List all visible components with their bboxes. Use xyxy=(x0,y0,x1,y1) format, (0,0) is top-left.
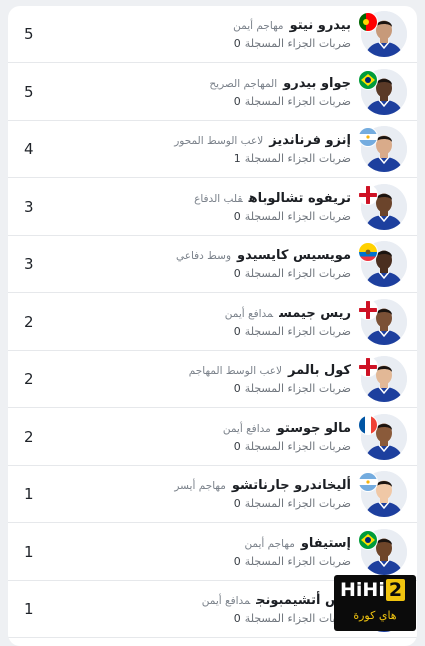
player-name[interactable]: كول بالمر xyxy=(288,363,351,378)
player-name[interactable]: جواو بيدرو xyxy=(283,76,351,91)
player-row[interactable]: 3 مويسيس كايسيدووسط دفاعي ضربات الجزاء ال… xyxy=(8,236,417,293)
penalties-scored-stat: ضربات الجزاء المسجلة0 xyxy=(234,37,351,50)
stat-value: 0 xyxy=(233,612,241,625)
penalties-scored-stat: ضربات الجزاء المسجلة0 xyxy=(234,555,351,568)
stat-value: 0 xyxy=(233,209,241,223)
penalty-count: 5 xyxy=(24,82,34,101)
players-list-card: 5 بيدرو نيتو مهاجم أيمن ضربات الجزاء المسج… xyxy=(8,6,417,646)
penalty-count: 4 xyxy=(24,140,34,158)
player-heading: أليخاندرو جارناتشو مهاجم أيسر xyxy=(174,474,351,493)
watermark-wordmark: HiHi 2 xyxy=(340,579,406,601)
player-row[interactable]: 2 كول بالمر لاعب الوسط المهاجم ضربات الجزا… xyxy=(8,351,417,408)
player-row[interactable]: 5 جواو بيدرو المهاجم الصريح ضربات الجزاء ا… xyxy=(8,64,417,121)
portugal-flag-icon xyxy=(359,13,377,31)
argentina-flag-icon xyxy=(359,473,377,491)
player-position: وسط دفاعي xyxy=(175,250,232,262)
stat-value: 0 xyxy=(233,554,241,568)
player-name[interactable]: إنزو فرنانديز xyxy=(269,133,351,148)
player-heading: جواو بيدرو المهاجم الصريح xyxy=(209,72,351,91)
stat-value: 0 xyxy=(233,94,241,108)
player-name[interactable]: ريس جيمس xyxy=(279,306,351,321)
player-position: لاعب الوسط المهاجم xyxy=(188,365,283,377)
player-position: قلب الدفاع xyxy=(194,192,243,205)
player-position: مدافع أيمن xyxy=(201,595,251,607)
player-name[interactable]: مالو جوستو xyxy=(277,421,351,436)
penalties-scored-stat: ضربات الجزاء المسجلة1 xyxy=(234,152,351,165)
player-position: مهاجم أيمن xyxy=(233,20,284,32)
stat-value: 0 xyxy=(233,382,241,395)
player-row[interactable]: 2 ريس جيمس مدافع أيمن ضربات الجزاء المسجلة… xyxy=(8,294,417,351)
stat-label: ضربات الجزاء المسجلة xyxy=(244,152,351,165)
penalty-count: 5 xyxy=(24,25,34,43)
player-heading: مالو جوستو مدافع أيمن xyxy=(223,417,351,436)
player-heading: إنزو فرنانديز لاعب الوسط المحور xyxy=(174,129,351,148)
player-heading: ريس جيمس مدافع أيمن xyxy=(225,302,351,321)
penalty-count: 1 xyxy=(24,485,34,503)
stat-value: 0 xyxy=(233,439,241,453)
player-row[interactable]: 1 إستيفاو مهاجم أيمن ضربات الجزاء المسجلة0 xyxy=(8,524,417,581)
player-name[interactable]: إستيفاو xyxy=(301,536,351,551)
stat-label: ضربات الجزاء المسجلة xyxy=(244,267,351,280)
penalty-count: 3 xyxy=(24,197,34,216)
player-name[interactable]: بيدرو نيتو xyxy=(290,18,351,33)
england-flag-icon xyxy=(359,185,377,204)
penalties-scored-stat: ضربات الجزاء المسجلة0 xyxy=(234,325,351,338)
penalty-count: 2 xyxy=(24,427,34,446)
england-flag-icon xyxy=(359,358,377,376)
player-position: المهاجم الصريح xyxy=(209,77,278,90)
penalties-scored-stat: ضربات الجزاء المسجلة0 xyxy=(234,440,351,453)
player-heading: بيدرو نيتو مهاجم أيمن xyxy=(233,14,351,33)
player-position: مدافع أيمن xyxy=(224,307,274,320)
player-name[interactable]: مويسيس كايسيدو xyxy=(237,248,351,263)
hihi2-watermark-logo: HiHi 2 هاي كورة xyxy=(334,575,416,631)
england-flag-icon xyxy=(359,300,377,319)
stat-label: ضربات الجزاء المسجلة xyxy=(244,497,351,510)
penalties-scored-stat: ضربات الجزاء المسجلة0 xyxy=(234,267,351,280)
stat-label: ضربات الجزاء المسجلة xyxy=(244,94,351,108)
penalties-scored-stat: ضربات الجزاء المسجلة0 xyxy=(234,497,351,510)
player-name[interactable]: تريفوه تشالوباه xyxy=(249,191,351,206)
argentina-flag-icon xyxy=(359,128,377,146)
penalties-scored-stat: ضربات الجزاء المسجلة0 xyxy=(234,95,351,108)
player-row[interactable]: 1 أليخاندرو جارناتشو مهاجم أيسر ضربات الجز… xyxy=(8,466,417,523)
player-row[interactable]: 2 مالو جوستو مدافع أيمن ضربات الجزاء المسج… xyxy=(8,409,417,466)
stat-value: 0 xyxy=(233,267,241,280)
stat-value: 0 xyxy=(233,324,241,338)
stat-value: 1 xyxy=(233,152,241,165)
player-row[interactable]: 4 إنزو فرنانديز لاعب الوسط المحور ضربات ال… xyxy=(8,121,417,178)
stat-label: ضربات الجزاء المسجلة xyxy=(244,209,351,223)
player-heading: مويسيس كايسيدو وسط دفاعي xyxy=(176,244,351,263)
penalty-count: 2 xyxy=(24,370,34,388)
player-position: مهاجم أيسر xyxy=(174,480,226,492)
player-row[interactable]: 3 تريفوه تشالوباهقلب الدفاع ضربات الجزاء … xyxy=(8,179,417,236)
player-row[interactable]: 5 بيدرو نيتو مهاجم أيمن ضربات الجزاء المسج… xyxy=(8,6,417,63)
stat-label: ضربات الجزاء المسجلة xyxy=(244,439,351,453)
player-heading: وش أتشيمبونجمدافع أيمن xyxy=(202,589,351,608)
player-heading: تريفوه تشالوباه قلب الدفاع xyxy=(194,187,351,206)
watermark-subtitle: هاي كورة xyxy=(353,609,397,622)
stat-label: ضربات الجزاء المسجلة xyxy=(244,37,351,50)
player-name[interactable]: أليخاندرو جارناتشو xyxy=(232,478,351,493)
stat-label: ضربات الجزاء المسجلة xyxy=(244,382,351,395)
player-heading: إستيفاو مهاجم أيمن xyxy=(244,532,351,551)
brazil-flag-icon xyxy=(359,530,377,549)
penalty-count: 2 xyxy=(24,312,34,331)
player-heading: كول بالمر لاعب الوسط المهاجم xyxy=(189,359,351,378)
stat-label: ضربات الجزاء المسجلة xyxy=(244,324,351,338)
player-position: مدافع أيمن xyxy=(222,422,271,435)
player-position: لاعب الوسط المحور xyxy=(174,135,264,147)
stat-value: 0 xyxy=(233,497,241,510)
player-position: مهاجم أيمن xyxy=(244,537,295,550)
penalties-scored-stat: ضربات الجزاء المسجلة0 xyxy=(234,210,351,223)
penalty-count: 1 xyxy=(24,600,34,618)
brazil-flag-icon xyxy=(359,70,377,89)
penalty-count: 1 xyxy=(24,542,34,561)
ecuador-flag-icon xyxy=(359,243,377,261)
stat-value: 0 xyxy=(233,37,241,50)
france-flag-icon xyxy=(359,415,377,434)
penalties-scored-stat: ضربات الجزاء المسجلة0 xyxy=(234,382,351,395)
penalty-count: 3 xyxy=(24,255,34,273)
stat-label: ضربات الجزاء المسجلة xyxy=(244,554,351,568)
